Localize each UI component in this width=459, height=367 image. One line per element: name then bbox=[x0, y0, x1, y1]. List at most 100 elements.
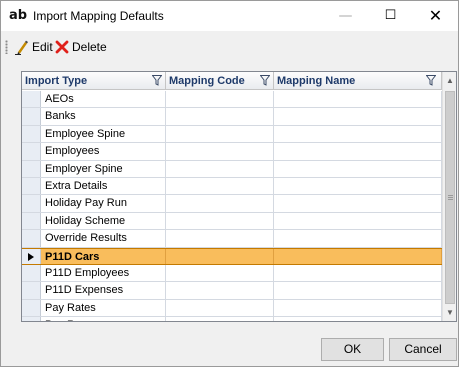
row-header[interactable] bbox=[22, 125, 41, 143]
table-row[interactable]: Employer Spine bbox=[22, 160, 442, 178]
cell-mapping-name[interactable] bbox=[274, 125, 442, 143]
ok-button[interactable]: OK bbox=[321, 338, 384, 361]
cell-import-type[interactable]: Pay Run bbox=[41, 317, 166, 321]
column-header-mapping-code[interactable]: Mapping Code bbox=[166, 72, 274, 90]
cell-import-type[interactable]: P11D Expenses bbox=[41, 282, 166, 299]
toolbar-grip-icon[interactable] bbox=[5, 40, 8, 54]
table-row[interactable]: Holiday Pay Run bbox=[22, 195, 442, 213]
cell-mapping-name[interactable] bbox=[274, 178, 442, 195]
cell-import-type[interactable]: P11D Cars bbox=[41, 248, 166, 264]
cell-mapping-code[interactable] bbox=[166, 160, 274, 177]
row-header[interactable] bbox=[22, 317, 41, 321]
table-row[interactable]: Employee Spine bbox=[22, 125, 442, 144]
cell-mapping-code[interactable] bbox=[166, 195, 274, 212]
app-icon: ab bbox=[9, 8, 28, 23]
cell-import-type[interactable]: Employees bbox=[41, 143, 166, 160]
row-header[interactable] bbox=[22, 143, 41, 160]
cell-mapping-name[interactable] bbox=[274, 108, 442, 125]
delete-button-label: Delete bbox=[72, 40, 107, 54]
cell-import-type[interactable]: Employee Spine bbox=[41, 125, 166, 143]
cell-mapping-name[interactable] bbox=[274, 282, 442, 299]
window-title: Import Mapping Defaults bbox=[33, 9, 164, 23]
row-header[interactable] bbox=[22, 248, 41, 264]
grid-header: Import Type Mapping Code Mapping Name bbox=[22, 72, 442, 90]
table-row[interactable]: P11D Expenses bbox=[22, 282, 442, 300]
delete-x-icon bbox=[55, 40, 69, 54]
cell-mapping-code[interactable] bbox=[166, 212, 274, 230]
table-row[interactable]: Pay Run bbox=[22, 317, 442, 321]
row-header[interactable] bbox=[22, 178, 41, 195]
filter-icon[interactable] bbox=[426, 75, 436, 86]
cell-import-type[interactable]: Holiday Scheme bbox=[41, 212, 166, 230]
table-row-selected[interactable]: P11D Cars bbox=[22, 247, 442, 265]
table-row[interactable]: Override Results bbox=[22, 230, 442, 248]
row-header[interactable] bbox=[22, 91, 41, 108]
cell-import-type[interactable]: AEOs bbox=[41, 91, 166, 108]
scroll-thumb[interactable] bbox=[445, 91, 455, 304]
cell-import-type[interactable]: Extra Details bbox=[41, 178, 166, 195]
cell-import-type[interactable]: Banks bbox=[41, 108, 166, 125]
vertical-scrollbar[interactable]: ▲ ▼ bbox=[442, 72, 456, 321]
cell-mapping-code[interactable] bbox=[166, 143, 274, 160]
row-header[interactable] bbox=[22, 299, 41, 317]
filter-icon[interactable] bbox=[152, 75, 162, 86]
table-row[interactable]: Holiday Scheme bbox=[22, 212, 442, 231]
cell-mapping-code[interactable] bbox=[166, 178, 274, 195]
cell-mapping-code[interactable] bbox=[166, 91, 274, 108]
cell-import-type[interactable]: Holiday Pay Run bbox=[41, 195, 166, 212]
filter-icon[interactable] bbox=[260, 75, 270, 86]
column-header-label: Mapping Code bbox=[169, 75, 245, 87]
cell-mapping-name[interactable] bbox=[274, 143, 442, 160]
mapping-grid[interactable]: Import Type Mapping Code Mapping Name AE… bbox=[21, 71, 457, 322]
row-header[interactable] bbox=[22, 230, 41, 247]
row-header[interactable] bbox=[22, 108, 41, 125]
cell-mapping-name[interactable] bbox=[274, 195, 442, 212]
cell-mapping-name[interactable] bbox=[274, 299, 442, 317]
cell-import-type[interactable]: Pay Rates bbox=[41, 299, 166, 317]
cell-mapping-name[interactable] bbox=[274, 248, 442, 264]
scroll-up-icon[interactable]: ▲ bbox=[443, 72, 456, 89]
cell-mapping-code[interactable] bbox=[166, 282, 274, 299]
table-row[interactable]: Employees bbox=[22, 143, 442, 161]
pencil-icon bbox=[15, 40, 28, 55]
cell-mapping-code[interactable] bbox=[166, 108, 274, 125]
cancel-button[interactable]: Cancel bbox=[389, 338, 457, 361]
cell-import-type[interactable]: Override Results bbox=[41, 230, 166, 247]
import-mapping-defaults-window: ab Import Mapping Defaults — ☐ ✕ Edit De… bbox=[0, 0, 459, 367]
table-row[interactable]: P11D Employees bbox=[22, 265, 442, 283]
cell-mapping-name[interactable] bbox=[274, 230, 442, 247]
edit-button[interactable]: Edit bbox=[15, 39, 53, 55]
cell-mapping-name[interactable] bbox=[274, 160, 442, 177]
cell-mapping-name[interactable] bbox=[274, 91, 442, 108]
scroll-down-icon[interactable]: ▼ bbox=[443, 304, 456, 321]
delete-button[interactable]: Delete bbox=[55, 39, 107, 55]
cell-mapping-name[interactable] bbox=[274, 265, 442, 282]
row-header[interactable] bbox=[22, 265, 41, 282]
minimize-button[interactable]: — bbox=[323, 1, 368, 31]
row-header[interactable] bbox=[22, 212, 41, 230]
cell-mapping-code[interactable] bbox=[166, 265, 274, 282]
cell-mapping-code[interactable] bbox=[166, 248, 274, 264]
row-header[interactable] bbox=[22, 160, 41, 177]
table-row[interactable]: Banks bbox=[22, 108, 442, 126]
cell-import-type[interactable]: P11D Employees bbox=[41, 265, 166, 282]
thumb-grip-icon bbox=[448, 195, 453, 200]
cell-import-type[interactable]: Employer Spine bbox=[41, 160, 166, 177]
column-header-mapping-name[interactable]: Mapping Name bbox=[274, 72, 442, 90]
maximize-button[interactable]: ☐ bbox=[368, 1, 413, 31]
cell-mapping-name[interactable] bbox=[274, 212, 442, 230]
column-header-import-type[interactable]: Import Type bbox=[22, 72, 166, 90]
cell-mapping-name[interactable] bbox=[274, 317, 442, 321]
row-header[interactable] bbox=[22, 282, 41, 299]
close-button[interactable]: ✕ bbox=[413, 1, 458, 31]
table-row[interactable]: Extra Details bbox=[22, 178, 442, 196]
row-header[interactable] bbox=[22, 195, 41, 212]
table-row[interactable]: Pay Rates bbox=[22, 299, 442, 318]
toolbar: Edit Delete bbox=[1, 33, 458, 61]
cell-mapping-code[interactable] bbox=[166, 125, 274, 143]
cell-mapping-code[interactable] bbox=[166, 230, 274, 247]
table-row[interactable]: AEOs bbox=[22, 91, 442, 109]
cell-mapping-code[interactable] bbox=[166, 299, 274, 317]
title-bar[interactable]: ab Import Mapping Defaults — ☐ ✕ bbox=[1, 1, 458, 31]
cell-mapping-code[interactable] bbox=[166, 317, 274, 321]
